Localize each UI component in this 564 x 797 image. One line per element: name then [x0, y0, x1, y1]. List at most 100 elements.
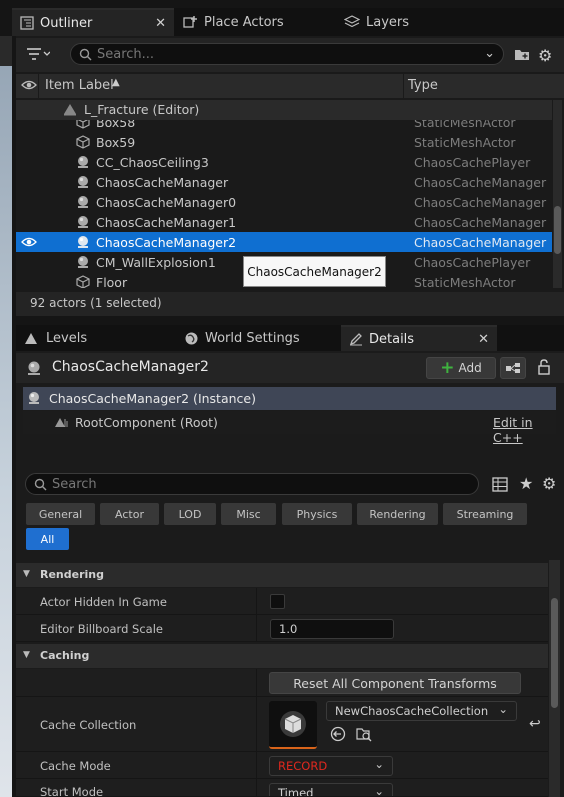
hidden-in-game-checkbox[interactable]	[270, 594, 285, 609]
tab-levels[interactable]: Levels	[16, 325, 166, 351]
details-search-input[interactable]: Search	[25, 473, 479, 495]
outliner-status-bar: 92 actors (1 selected)	[16, 292, 564, 316]
reset-to-default-icon[interactable]: ↩	[529, 716, 541, 732]
pencil-icon	[349, 333, 362, 346]
cache-collection-dropdown[interactable]: NewChaosCacheCollection ⌄	[326, 701, 517, 721]
tab-layers[interactable]: Layers	[336, 8, 496, 36]
blueprint-button[interactable]	[500, 357, 526, 379]
column-item-label[interactable]: Item Label	[45, 78, 114, 93]
category-actor[interactable]: Actor	[100, 503, 159, 525]
outliner-icon	[20, 16, 34, 30]
list-item[interactable]: ChaosCacheManager0 ChaosCacheManager	[16, 192, 552, 212]
layers-icon	[344, 15, 360, 28]
sort-ascending-icon: ▲	[112, 77, 120, 88]
outliner-search-input[interactable]: Search... ⌄	[70, 43, 504, 65]
tab-world-settings[interactable]: World Settings	[176, 325, 340, 351]
list-item[interactable]: Box58 StaticMeshActor	[16, 120, 552, 132]
star-icon[interactable]: ★	[519, 474, 533, 493]
list-item[interactable]: CC_ChaosCeiling3 ChaosCachePlayer	[16, 152, 552, 172]
details-scrollbar[interactable]	[549, 560, 560, 797]
chevron-down-icon: ⌄	[498, 702, 508, 716]
visibility-header-icon	[21, 78, 37, 96]
actor-count: 92 actors (1 selected)	[30, 296, 162, 310]
scrollbar-thumb[interactable]	[551, 598, 558, 708]
actor-icon	[76, 155, 90, 172]
gear-icon[interactable]: ⚙	[538, 46, 552, 65]
collapse-arrow-icon[interactable]: ▼	[23, 569, 30, 579]
billboard-scale-input[interactable]: 1.0	[270, 619, 394, 639]
add-component-button[interactable]: + Add	[426, 357, 496, 379]
actor-icon	[26, 360, 42, 379]
mesh-icon	[76, 120, 90, 132]
globe-icon	[185, 332, 198, 344]
folder-row[interactable]: L_Fracture (Editor)	[16, 100, 552, 120]
tab-details[interactable]: Details ✕	[341, 325, 497, 351]
column-type[interactable]: Type	[408, 78, 438, 93]
mesh-icon	[76, 275, 90, 288]
actor-icon	[76, 255, 90, 272]
browse-asset-icon[interactable]	[356, 726, 372, 745]
use-selected-asset-icon[interactable]	[330, 726, 346, 745]
search-icon	[79, 48, 92, 61]
scene-component-icon	[53, 415, 69, 432]
top-tab-bar: Outliner ✕ Place Actors Layers	[12, 8, 564, 36]
prop-start-mode: Start Mode Timed ⌄	[16, 779, 548, 797]
search-icon	[34, 478, 47, 491]
actor-icon	[27, 391, 41, 408]
cube-asset-icon	[280, 711, 306, 737]
instance-row[interactable]: ChaosCacheManager2 (Instance)	[23, 387, 556, 410]
tab-label: Place Actors	[204, 14, 284, 30]
level-icon	[62, 102, 78, 119]
prop-cache-collection: Cache Collection NewChaosCacheCollection…	[16, 697, 548, 752]
category-all[interactable]: All	[26, 528, 69, 550]
category-streaming[interactable]: Streaming	[443, 503, 527, 525]
search-placeholder: Search...	[97, 46, 155, 62]
chevron-down-icon[interactable]: ⌄	[484, 46, 495, 61]
filter-icon[interactable]	[26, 46, 51, 65]
actor-icon	[76, 175, 90, 192]
category-misc[interactable]: Misc	[221, 503, 276, 525]
reset-all-component-transforms-button[interactable]: Reset All Component Transforms	[269, 672, 521, 694]
section-rendering[interactable]: ▼ Rendering	[16, 563, 548, 587]
visibility-eye-icon[interactable]	[21, 235, 37, 252]
actor-icon	[76, 215, 90, 232]
prop-reset-transforms: Reset All Component Transforms	[16, 669, 548, 697]
close-icon[interactable]: ✕	[478, 332, 489, 347]
gear-icon[interactable]: ⚙	[542, 474, 556, 493]
edit-in-cpp-link[interactable]: Edit in C++	[493, 415, 556, 445]
list-item-selected[interactable]: ChaosCacheManager2 ChaosCacheManager	[16, 232, 552, 252]
list-item[interactable]: ChaosCacheManager ChaosCacheManager	[16, 172, 552, 192]
tooltip: ChaosCacheManager2	[243, 256, 386, 287]
actor-icon	[76, 235, 90, 252]
viewport-edge	[0, 36, 12, 797]
chevron-down-icon: ⌄	[374, 784, 384, 797]
category-general[interactable]: General	[26, 503, 95, 525]
scrollbar-thumb[interactable]	[554, 206, 561, 254]
lock-icon[interactable]	[536, 359, 552, 378]
collapse-arrow-icon[interactable]: ▼	[23, 650, 30, 660]
mesh-icon	[76, 135, 90, 152]
category-lod[interactable]: LOD	[164, 503, 216, 525]
category-rendering[interactable]: Rendering	[357, 503, 438, 525]
outliner-scrollbar[interactable]	[553, 100, 562, 288]
start-mode-dropdown[interactable]: Timed ⌄	[269, 783, 393, 797]
new-folder-icon[interactable]	[514, 47, 530, 64]
tab-place-actors[interactable]: Place Actors	[175, 8, 335, 36]
cache-mode-dropdown[interactable]: RECORD ⌄	[269, 756, 393, 776]
table-view-icon[interactable]	[492, 477, 508, 495]
prop-actor-hidden-in-game: Actor Hidden In Game	[16, 588, 548, 615]
actor-icon	[76, 195, 90, 212]
list-item[interactable]: Box59 StaticMeshActor	[16, 132, 552, 152]
section-caching[interactable]: ▼ Caching	[16, 644, 548, 668]
levels-icon	[25, 333, 37, 344]
collection-thumbnail[interactable]	[269, 701, 317, 749]
folder-label: L_Fracture (Editor)	[84, 102, 200, 117]
root-component-row[interactable]: RootComponent (Root) Edit in C++	[23, 411, 556, 445]
actor-name[interactable]: ChaosCacheManager2	[52, 359, 209, 375]
category-physics[interactable]: Physics	[282, 503, 352, 525]
tab-outliner[interactable]: Outliner ✕	[12, 8, 174, 36]
list-item[interactable]: ChaosCacheManager1 ChaosCacheManager	[16, 212, 552, 232]
prop-cache-mode: Cache Mode RECORD ⌄	[16, 752, 548, 779]
details-tab-bar: Levels World Settings Details ✕	[16, 325, 564, 351]
close-icon[interactable]: ✕	[155, 16, 166, 31]
